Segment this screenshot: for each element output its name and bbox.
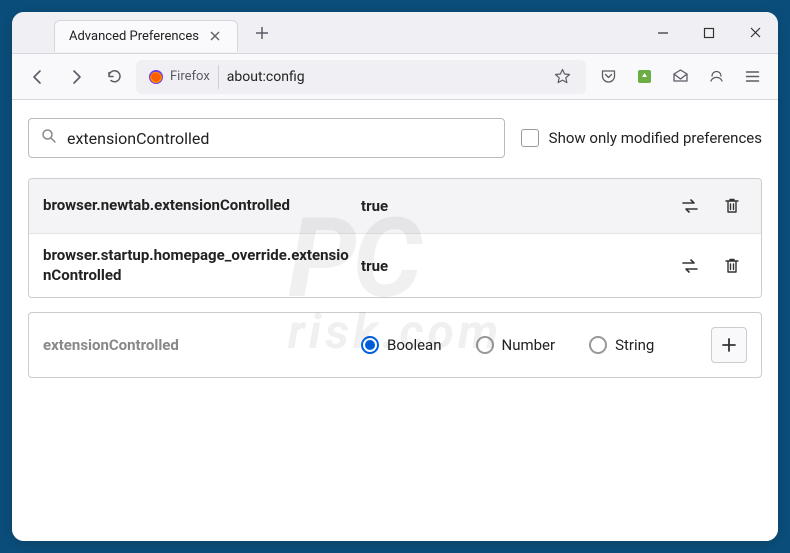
browser-tab[interactable]: Advanced Preferences (54, 20, 238, 52)
radio-string[interactable]: String (589, 336, 654, 354)
radio-icon (476, 336, 494, 354)
new-pref-row: extensionControlled Boolean Number Strin… (28, 312, 762, 378)
add-pref-button[interactable] (711, 327, 747, 363)
pref-value: true (353, 197, 675, 215)
show-modified-checkbox[interactable]: Show only modified preferences (521, 129, 762, 147)
titlebar: Advanced Preferences (12, 12, 778, 54)
maximize-button[interactable] (686, 12, 732, 54)
pref-search-input[interactable] (67, 129, 492, 148)
pref-row: browser.startup.homepage_override.extens… (29, 234, 761, 297)
checkbox-icon (521, 129, 539, 147)
radio-icon (589, 336, 607, 354)
minimize-button[interactable] (640, 12, 686, 54)
type-radio-group: Boolean Number String (353, 336, 711, 354)
checkbox-label: Show only modified preferences (549, 129, 762, 147)
extension-icon[interactable] (628, 61, 660, 93)
delete-button[interactable] (717, 251, 747, 281)
pref-row: browser.newtab.extensionControlled true (29, 179, 761, 234)
close-tab-icon[interactable] (207, 28, 223, 44)
radio-label: String (615, 336, 654, 354)
toggle-button[interactable] (675, 251, 705, 281)
site-identity[interactable]: Firefox (144, 65, 219, 89)
radio-number[interactable]: Number (476, 336, 556, 354)
inbox-icon[interactable] (664, 61, 696, 93)
pref-value: true (353, 257, 675, 275)
radio-icon (361, 336, 379, 354)
pref-table: browser.newtab.extensionControlled true … (28, 178, 762, 298)
pref-name: browser.newtab.extensionControlled (43, 196, 353, 216)
pref-search-box[interactable] (28, 118, 505, 158)
url-bar[interactable]: Firefox (136, 60, 586, 94)
pocket-icon[interactable] (592, 61, 624, 93)
bookmark-star-icon[interactable] (546, 61, 578, 93)
toolbar-right-icons (592, 61, 768, 93)
window-controls (640, 12, 778, 54)
about-config-content: Show only modified preferences browser.n… (12, 100, 778, 541)
close-window-button[interactable] (732, 12, 778, 54)
radio-label: Boolean (387, 336, 442, 354)
pref-name: browser.startup.homepage_override.extens… (43, 246, 353, 285)
forward-button[interactable] (60, 61, 92, 93)
new-pref-name: extensionControlled (43, 336, 353, 354)
firefox-icon (148, 69, 164, 85)
browser-window: Advanced Preferences Firefox (12, 12, 778, 541)
radio-boolean[interactable]: Boolean (361, 336, 442, 354)
tab-title: Advanced Preferences (69, 29, 199, 44)
delete-button[interactable] (717, 191, 747, 221)
radio-label: Number (502, 336, 556, 354)
menu-button[interactable] (736, 61, 768, 93)
nav-toolbar: Firefox (12, 54, 778, 100)
search-row: Show only modified preferences (28, 118, 762, 158)
search-icon (41, 128, 57, 148)
new-tab-button[interactable] (248, 19, 276, 47)
pref-actions (675, 191, 747, 221)
toggle-button[interactable] (675, 191, 705, 221)
identity-label: Firefox (170, 69, 210, 84)
reload-button[interactable] (98, 61, 130, 93)
profile-icon[interactable] (700, 61, 732, 93)
url-input[interactable] (227, 69, 538, 85)
back-button[interactable] (22, 61, 54, 93)
pref-actions (675, 251, 747, 281)
